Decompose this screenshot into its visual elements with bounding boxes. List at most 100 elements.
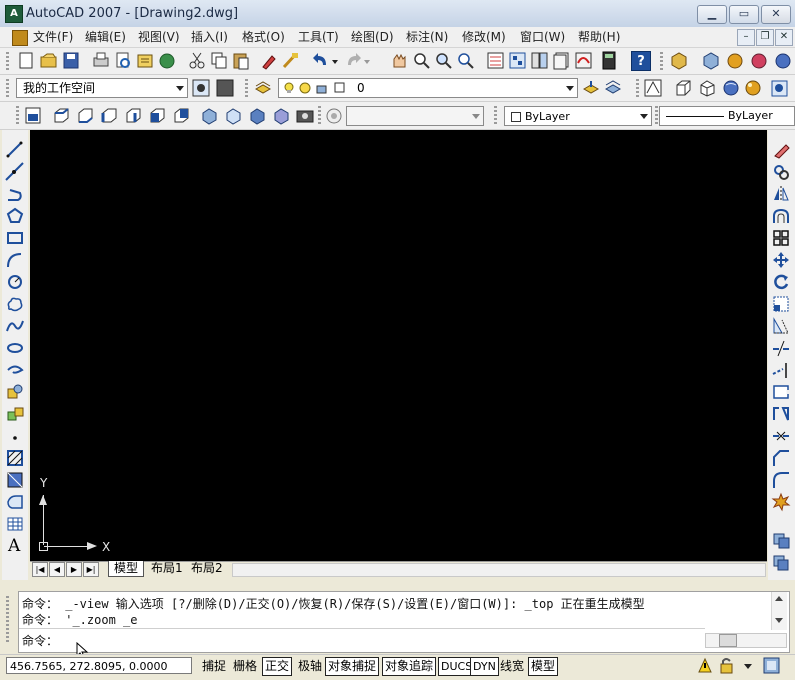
status-ortho-button[interactable]: 正交 xyxy=(262,657,293,676)
undo-dropdown-icon[interactable] xyxy=(332,60,338,64)
doc-restore-button[interactable]: ❐ xyxy=(756,29,774,46)
toolbar-grip[interactable] xyxy=(636,79,639,97)
command-history-line: 命令： '_.zoom _e xyxy=(22,613,138,627)
table-icon xyxy=(7,517,23,531)
menu-window[interactable]: 窗口(W) xyxy=(520,28,565,46)
view-combo[interactable] xyxy=(346,106,484,126)
drawing-canvas[interactable] xyxy=(30,130,767,562)
doc-minimize-button[interactable]: – xyxy=(737,29,755,46)
toolbar-grip[interactable] xyxy=(655,106,658,124)
workspace-tools xyxy=(192,79,234,97)
ne-iso-icon xyxy=(250,108,265,125)
toolbar-grip[interactable] xyxy=(245,79,248,97)
toolbar-grip[interactable] xyxy=(6,79,9,97)
maximize-button[interactable]: ▭ xyxy=(729,5,759,24)
tab-next-button[interactable]: ▶ xyxy=(66,562,82,577)
layer-unlock-icon xyxy=(316,85,327,94)
status-lineweight-button[interactable]: 线宽 xyxy=(497,657,527,676)
color-swatch xyxy=(511,111,521,122)
document-icon[interactable] xyxy=(12,30,28,46)
offset-icon xyxy=(773,208,789,223)
command-horizontal-scrollbar[interactable] xyxy=(705,633,787,648)
status-grid-button[interactable]: 栅格 xyxy=(230,657,260,676)
move-icon xyxy=(773,252,789,268)
menu-format[interactable]: 格式(O) xyxy=(242,28,285,46)
menu-draw[interactable]: 绘图(D) xyxy=(351,28,394,46)
command-prompt[interactable]: 命令： xyxy=(22,632,58,649)
title-bar[interactable]: A AutoCAD 2007 - [Drawing2.dwg] ▁ ▭ ✕ xyxy=(0,0,795,28)
communication-center-icon xyxy=(698,657,712,673)
status-osnap-button[interactable]: 对象捕捉 xyxy=(325,657,380,676)
toolbar-grip[interactable] xyxy=(660,52,663,70)
status-snap-button[interactable]: 捕捉 xyxy=(199,657,229,676)
command-scroll-thumb[interactable] xyxy=(719,634,737,647)
status-polar-button[interactable]: 极轴 xyxy=(295,657,325,676)
chevron-down-icon xyxy=(176,86,184,91)
status-otrack-button[interactable]: 对象追踪 xyxy=(382,657,437,676)
scroll-up-icon[interactable] xyxy=(775,596,783,601)
ucs-icon[interactable] xyxy=(325,107,343,125)
menu-edit[interactable]: 编辑(E) xyxy=(85,28,126,46)
status-tray xyxy=(698,657,780,674)
draw-toolbar-icons xyxy=(5,141,24,531)
workspace-combo[interactable]: 我的工作空间 xyxy=(16,78,188,98)
menu-view[interactable]: 视图(V) xyxy=(138,28,180,46)
menu-file[interactable]: 文件(F) xyxy=(33,28,73,46)
copy-object-icon xyxy=(774,165,789,180)
break-at-point-icon xyxy=(773,385,790,399)
toolbar-grip[interactable] xyxy=(318,106,321,124)
coordinates-display[interactable]: 456.7565, 272.8095, 0.0000 xyxy=(6,657,192,674)
command-history-line: 命令： _-view 输入选项 [?/删除(D)/正交(O)/恢复(R)/保存(… xyxy=(22,597,645,611)
polyline-icon xyxy=(8,189,22,201)
current-layer-name: 0 xyxy=(357,81,365,95)
command-divider xyxy=(19,628,705,629)
minimize-button[interactable]: ▁ xyxy=(697,5,727,24)
redo-dropdown-icon[interactable] xyxy=(364,60,370,64)
menu-insert[interactable]: 插入(I) xyxy=(191,28,228,46)
modify-toolbar xyxy=(768,130,795,580)
canvas-horizontal-scrollbar[interactable] xyxy=(232,563,766,577)
close-button[interactable]: ✕ xyxy=(761,5,791,24)
menu-tools[interactable]: 工具(T) xyxy=(298,28,339,46)
toolbar-grip[interactable] xyxy=(6,52,9,70)
menu-help[interactable]: 帮助(H) xyxy=(578,28,620,46)
scroll-down-icon[interactable] xyxy=(775,618,783,623)
line-icon xyxy=(6,141,23,158)
fillet-icon xyxy=(773,472,789,488)
tab-last-button[interactable]: ▶| xyxy=(83,562,99,577)
doc-close-button[interactable]: ✕ xyxy=(775,29,793,46)
standard-toolbar: ? xyxy=(0,48,795,75)
publish-icon xyxy=(137,54,153,68)
menu-modify[interactable]: 修改(M) xyxy=(462,28,506,46)
linetype-combo[interactable]: ByLayer xyxy=(659,106,795,126)
status-menu-chevron-icon[interactable] xyxy=(744,664,752,669)
toolbar-grip[interactable] xyxy=(16,106,19,124)
color-combo[interactable]: ByLayer xyxy=(504,106,652,126)
status-dyn-button[interactable]: DYN xyxy=(470,657,499,676)
command-window-grip[interactable] xyxy=(6,596,9,644)
layer-tools xyxy=(582,80,622,94)
command-vertical-scrollbar[interactable] xyxy=(771,592,787,630)
toolbar-grip[interactable] xyxy=(494,106,497,124)
tab-layout2[interactable]: 布局2 xyxy=(186,561,228,576)
help-icon[interactable]: ? xyxy=(631,51,651,71)
tab-first-button[interactable]: |◀ xyxy=(32,562,48,577)
multiline-text-icon[interactable]: A xyxy=(8,536,20,556)
layer-previous-icon xyxy=(604,80,622,94)
tool-palettes-icon xyxy=(531,52,548,69)
layer-combo[interactable]: 0 xyxy=(278,78,578,98)
dock-icon-a xyxy=(773,533,790,549)
status-model-button[interactable]: 模型 xyxy=(528,657,559,676)
autocad-app-icon[interactable]: A xyxy=(5,5,23,23)
toolbar-lock-icon xyxy=(720,658,733,674)
tab-model[interactable]: 模型 xyxy=(108,561,145,577)
camera-icon xyxy=(296,110,314,123)
pan-icon xyxy=(393,53,406,68)
tab-prev-button[interactable]: ◀ xyxy=(49,562,65,577)
tab-layout1[interactable]: 布局1 xyxy=(146,561,188,576)
layer-properties-icon[interactable] xyxy=(254,79,274,97)
calculator-icon xyxy=(602,51,616,70)
match-properties-icon xyxy=(262,55,276,70)
menu-dimension[interactable]: 标注(N) xyxy=(406,28,448,46)
ucs-y-label: Y xyxy=(40,476,48,490)
